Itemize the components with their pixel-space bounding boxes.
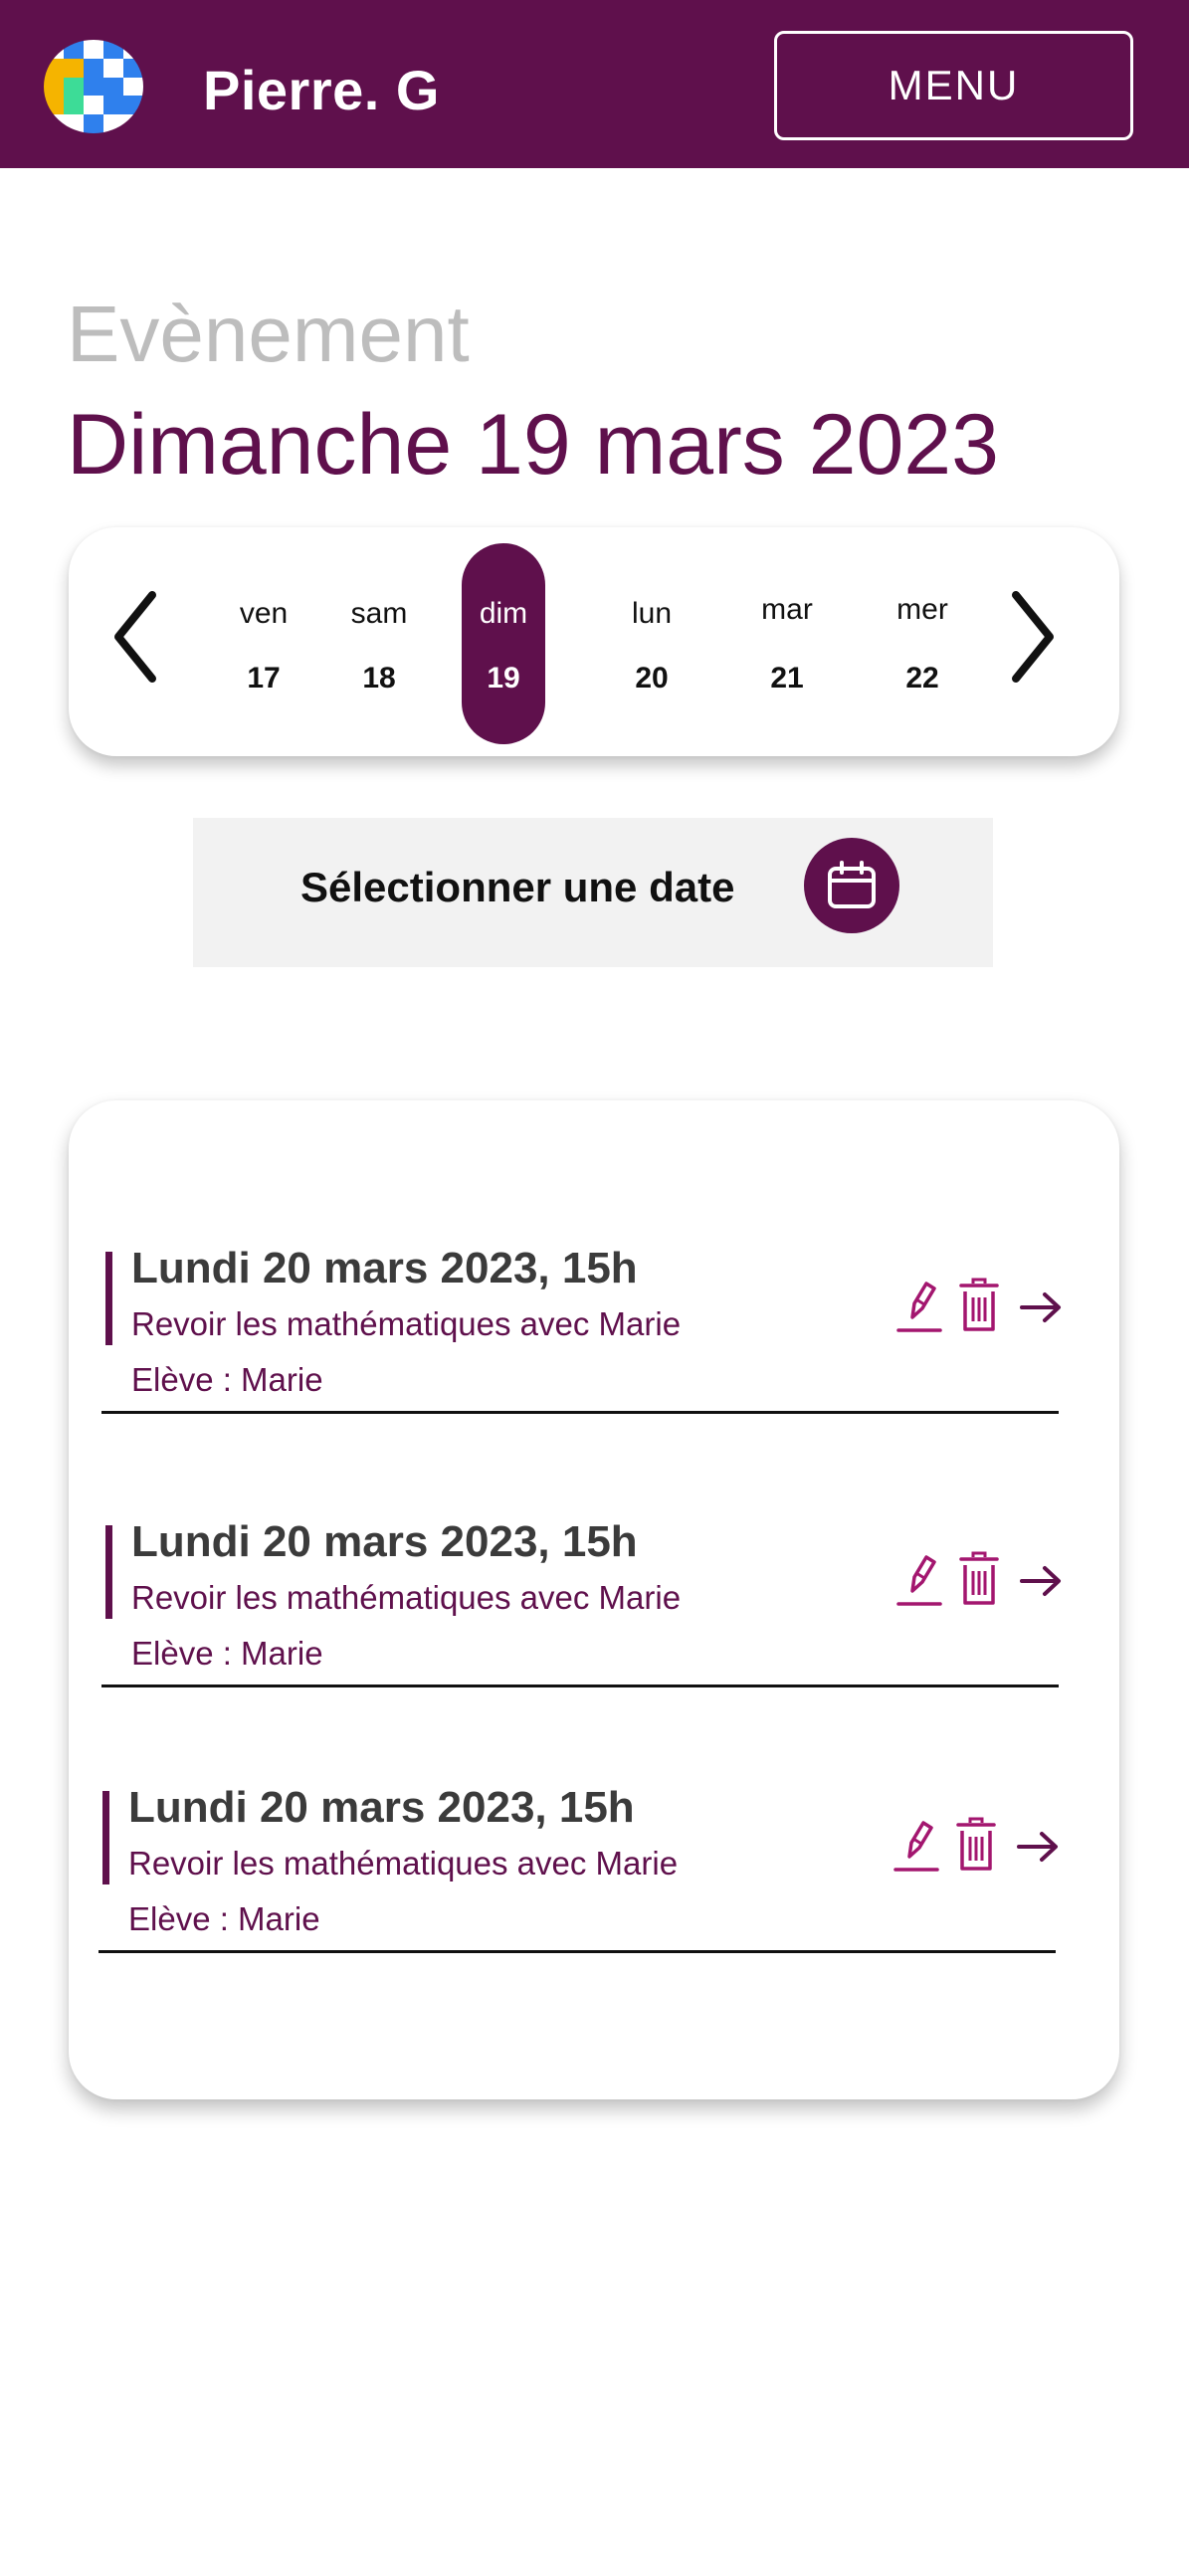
event-divider <box>101 1684 1059 1687</box>
day-name: lun <box>631 597 673 630</box>
day-ven[interactable]: ven 17 <box>219 527 308 756</box>
event-title: Lundi 20 mars 2023, 15h <box>131 1244 638 1292</box>
trash-icon[interactable] <box>959 1278 999 1333</box>
select-date-button[interactable]: Sélectionner une date <box>193 818 993 967</box>
day-mar[interactable]: mar 21 <box>739 527 835 756</box>
day-mer[interactable]: mer 22 <box>875 527 970 756</box>
day-name: ven <box>239 597 289 630</box>
day-number: 19 <box>487 662 520 694</box>
event-description: Revoir les mathématiques avec Marie <box>131 1579 682 1616</box>
arrow-right-icon[interactable] <box>1019 1561 1063 1601</box>
event-accent-bar <box>105 1252 112 1345</box>
calendar-icon <box>828 861 876 908</box>
day-name: mer <box>896 593 948 626</box>
page-kicker: Evènement <box>67 290 470 378</box>
week-selector: ven 17 sam 18 dim 19 lun 20 mar 21 mer 2… <box>69 527 1119 756</box>
day-number: 18 <box>362 662 396 694</box>
arrow-right-icon[interactable] <box>1019 1288 1063 1327</box>
trash-icon[interactable] <box>956 1817 996 1873</box>
event-student: Elève : Marie <box>131 1361 323 1398</box>
next-week-button[interactable] <box>1002 587 1062 687</box>
event-divider <box>101 1411 1059 1414</box>
day-name: dim <box>479 597 528 630</box>
edit-icon[interactable] <box>896 1551 942 1607</box>
app-header: Pierre. G MENU <box>0 0 1189 168</box>
day-dim-selected[interactable]: dim 19 <box>462 527 545 756</box>
event-item: Lundi 20 mars 2023, 15h Revoir les mathé… <box>69 1172 1119 1414</box>
event-student: Elève : Marie <box>128 1900 320 1937</box>
user-name: Pierre. G <box>203 59 440 121</box>
day-number: 17 <box>247 662 281 694</box>
event-item: Lundi 20 mars 2023, 15h Revoir les mathé… <box>69 1446 1119 1687</box>
event-description: Revoir les mathématiques avec Marie <box>131 1305 682 1342</box>
day-number: 21 <box>770 662 804 694</box>
menu-button[interactable]: MENU <box>774 31 1133 140</box>
event-item: Lundi 20 mars 2023, 15h Revoir les mathé… <box>69 1711 1119 1953</box>
event-description: Revoir les mathématiques avec Marie <box>128 1845 679 1882</box>
event-accent-bar <box>102 1791 109 1884</box>
event-student: Elève : Marie <box>131 1635 323 1672</box>
select-date-label: Sélectionner une date <box>300 864 735 910</box>
event-title: Lundi 20 mars 2023, 15h <box>131 1517 638 1566</box>
event-title: Lundi 20 mars 2023, 15h <box>128 1783 635 1832</box>
day-number: 20 <box>635 662 669 694</box>
page-title: Dimanche 19 mars 2023 <box>67 397 999 493</box>
app-logo <box>44 40 143 133</box>
day-lun[interactable]: lun 20 <box>607 527 696 756</box>
edit-icon[interactable] <box>896 1278 942 1333</box>
chevron-right-icon <box>1012 591 1054 683</box>
event-accent-bar <box>105 1525 112 1619</box>
arrow-right-icon[interactable] <box>1016 1827 1060 1867</box>
trash-icon[interactable] <box>959 1551 999 1607</box>
calendar-button[interactable] <box>804 838 899 933</box>
previous-week-button[interactable] <box>106 587 166 687</box>
day-number: 22 <box>905 662 939 694</box>
day-name: mar <box>761 593 813 626</box>
selected-day-pill <box>462 543 545 744</box>
edit-icon[interactable] <box>893 1817 939 1873</box>
day-name: sam <box>350 597 408 630</box>
chevron-left-icon <box>114 591 156 683</box>
day-sam[interactable]: sam 18 <box>329 527 429 756</box>
event-divider <box>99 1950 1056 1953</box>
events-list: Lundi 20 mars 2023, 15h Revoir les mathé… <box>69 1100 1119 2099</box>
